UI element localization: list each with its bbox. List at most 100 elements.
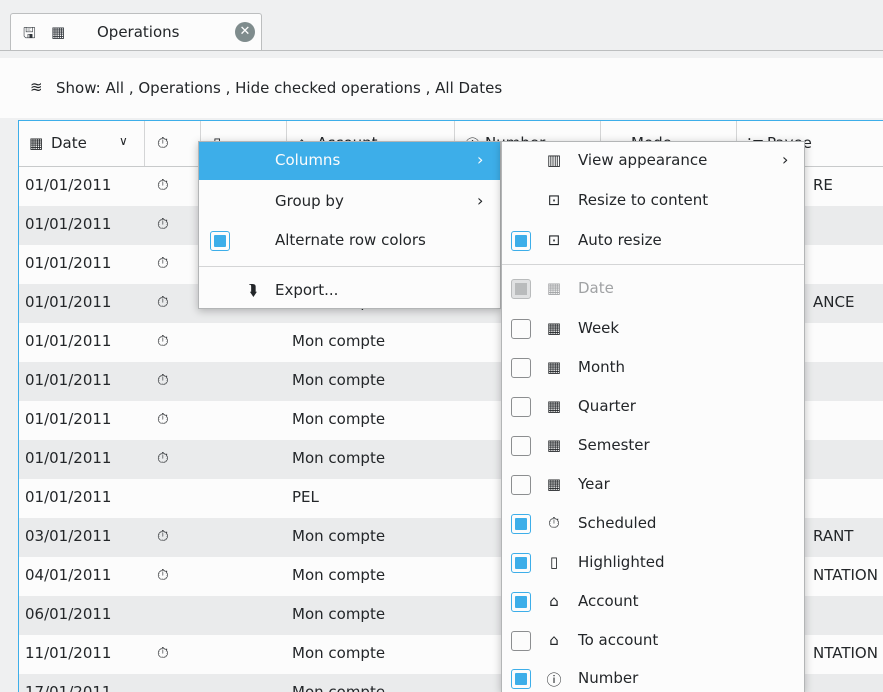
date-cell: 01/01/2011 xyxy=(25,176,112,194)
bank-icon: ⌂ xyxy=(549,631,559,649)
column-item-quarter[interactable]: ▦ Quarter xyxy=(502,388,804,426)
stopwatch-icon: ⏱ xyxy=(157,176,169,194)
menu-item-label: Columns xyxy=(275,151,341,169)
filter-icon[interactable]: ≋ xyxy=(30,78,43,96)
header-scheduled[interactable]: ⏱ xyxy=(145,121,201,166)
date-cell: 01/01/2011 xyxy=(25,371,112,389)
payee-cell: RE xyxy=(813,176,833,194)
month-checkbox[interactable] xyxy=(511,358,531,378)
account-cell: Mon compte xyxy=(292,527,386,545)
calendar-icon[interactable]: ▦ xyxy=(51,23,65,41)
header-date[interactable]: ▦ Date ∨ xyxy=(19,121,145,166)
column-item-view-appearance[interactable]: ▥ View appearance › xyxy=(502,142,804,180)
date-cell: 01/01/2011 xyxy=(25,215,112,233)
payee-cell: NTATION xyxy=(813,566,878,584)
payee-cell: RANT xyxy=(813,527,854,545)
date-cell: 01/01/2011 xyxy=(25,488,112,506)
save-icon[interactable]: 🖫 xyxy=(23,23,36,48)
stopwatch-icon: ⏱ xyxy=(157,644,169,662)
quarter-checkbox[interactable] xyxy=(511,397,531,417)
tab-operations[interactable]: 🖫 ▦ Operations ✕ xyxy=(10,13,262,51)
account-checkbox[interactable] xyxy=(511,592,531,612)
calendar-icon: ▦ xyxy=(546,319,562,337)
stopwatch-icon: ⏱ xyxy=(157,332,169,350)
account-cell: Mon compte xyxy=(292,566,386,584)
account-cell: Mon compte xyxy=(292,410,386,428)
menu-item-columns[interactable]: Columns › xyxy=(199,142,500,180)
date-cell: 06/01/2011 xyxy=(25,605,112,623)
tab-bar: 🖫 ▦ Operations ✕ xyxy=(0,0,883,58)
menu-separator xyxy=(199,266,500,267)
column-item-label: Month xyxy=(578,358,626,376)
column-item-label: Date xyxy=(578,279,614,297)
column-item-week[interactable]: ▦ Week xyxy=(502,310,804,348)
calendar-icon: ▦ xyxy=(546,475,562,493)
resize-icon: ⊡ xyxy=(547,191,561,209)
highlighted-checkbox[interactable] xyxy=(511,553,531,573)
menu-item-group-by[interactable]: Group by › xyxy=(199,183,500,221)
to-account-checkbox[interactable] xyxy=(511,631,531,651)
date-cell: 01/01/2011 xyxy=(25,449,112,467)
context-menu: Columns › Group by › Alternate row color… xyxy=(198,141,501,309)
stopwatch-icon: ⏱ xyxy=(157,134,169,152)
year-checkbox[interactable] xyxy=(511,475,531,495)
column-item-label: Auto resize xyxy=(578,231,662,249)
column-item-label: Highlighted xyxy=(578,553,665,571)
filter-summary[interactable]: Show: All , Operations , Hide checked op… xyxy=(56,79,502,97)
stopwatch-icon: ⏱ xyxy=(157,371,169,389)
stopwatch-icon: ⏱ xyxy=(157,449,169,467)
number-checkbox[interactable] xyxy=(511,669,531,689)
column-item-resize-to-content[interactable]: ⊡ Resize to content xyxy=(502,182,804,220)
auto-resize-checkbox[interactable] xyxy=(511,231,531,251)
date-cell: 17/01/2011 xyxy=(25,683,112,692)
auto-resize-icon: ⊡ xyxy=(547,231,561,249)
menu-item-label: Group by xyxy=(275,192,344,210)
week-checkbox[interactable] xyxy=(511,319,531,339)
info-icon: ⓘ xyxy=(546,671,562,689)
column-item-month[interactable]: ▦ Month xyxy=(502,349,804,387)
column-item-date: ▦ Date xyxy=(502,270,804,308)
column-item-label: Number xyxy=(578,669,639,687)
calendar-icon: ▦ xyxy=(546,397,562,415)
semester-checkbox[interactable] xyxy=(511,436,531,456)
column-item-auto-resize[interactable]: ⊡ Auto resize xyxy=(502,222,804,260)
account-cell: Mon compte xyxy=(292,449,386,467)
chevron-right-icon: › xyxy=(782,150,789,169)
menu-item-alternate-row-colors[interactable]: Alternate row colors xyxy=(199,222,500,260)
column-item-scheduled[interactable]: ⏱ Scheduled xyxy=(502,505,804,543)
chevron-right-icon: › xyxy=(477,150,484,169)
chevron-right-icon: › xyxy=(477,191,484,210)
stopwatch-icon: ⏱ xyxy=(157,527,169,545)
menu-item-label: Alternate row colors xyxy=(275,231,426,249)
column-item-semester[interactable]: ▦ Semester xyxy=(502,427,804,465)
export-icon: ⮯ xyxy=(248,281,258,299)
column-item-label: To account xyxy=(578,631,659,649)
calendar-icon: ▦ xyxy=(546,279,562,297)
column-item-label: Week xyxy=(578,319,620,337)
bank-icon: ⌂ xyxy=(549,592,559,610)
bookmark-icon: ▯ xyxy=(549,553,559,571)
tab-divider xyxy=(0,50,883,51)
columns-icon: ▥ xyxy=(546,151,562,169)
scheduled-checkbox[interactable] xyxy=(511,514,531,534)
date-cell: 01/01/2011 xyxy=(25,293,112,311)
column-item-account[interactable]: ⌂ Account xyxy=(502,583,804,621)
column-item-label: Account xyxy=(578,592,639,610)
stopwatch-icon: ⏱ xyxy=(157,566,169,584)
close-tab-icon[interactable]: ✕ xyxy=(235,22,255,42)
column-item-year[interactable]: ▦ Year xyxy=(502,466,804,504)
column-item-highlighted[interactable]: ▯ Highlighted xyxy=(502,544,804,582)
date-cell: 01/01/2011 xyxy=(25,332,112,350)
column-item-label: Semester xyxy=(578,436,650,454)
column-item-to-account[interactable]: ⌂ To account xyxy=(502,622,804,660)
stopwatch-icon: ⏱ xyxy=(548,514,560,532)
account-cell: PEL xyxy=(292,488,319,506)
alternate-row-colors-checkbox[interactable] xyxy=(210,231,230,251)
stopwatch-icon: ⏱ xyxy=(157,215,169,233)
stopwatch-icon: ⏱ xyxy=(157,293,169,311)
menu-item-export[interactable]: ⮯ Export... xyxy=(199,272,500,310)
calendar-icon: ▦ xyxy=(546,436,562,454)
date-cell: 04/01/2011 xyxy=(25,566,112,584)
column-item-number[interactable]: ⓘ Number xyxy=(502,660,804,692)
calendar-icon: ▦ xyxy=(29,134,44,152)
